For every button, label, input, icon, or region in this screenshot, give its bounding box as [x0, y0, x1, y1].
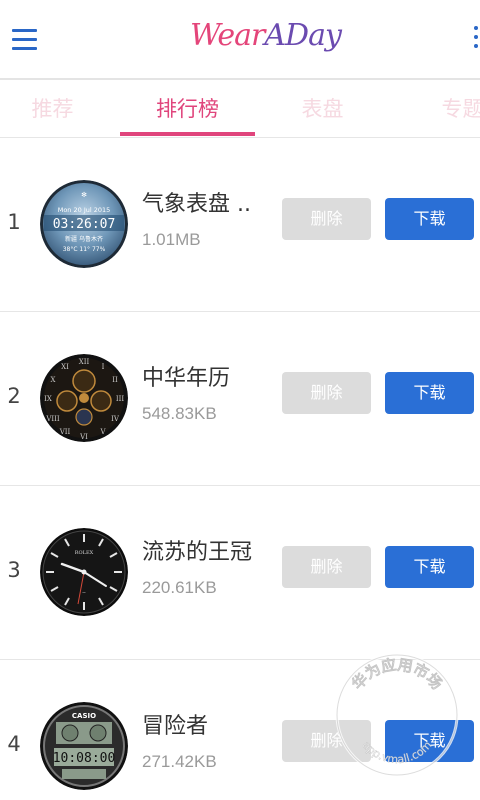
- svg-text:III: III: [116, 395, 125, 403]
- item-size: 1.01MB: [142, 230, 201, 249]
- item-size: 548.83KB: [142, 404, 217, 423]
- download-button[interactable]: 下载: [385, 198, 474, 240]
- list-item[interactable]: 4 CASIO 10:08:00 冒险者 271.42KB 删除 下载: [0, 660, 480, 800]
- svg-text:38°C 11° 77%: 38°C 11° 77%: [63, 246, 106, 253]
- tab-watchfaces[interactable]: 表盘: [270, 80, 375, 138]
- svg-text:~: ~: [82, 590, 86, 596]
- svg-text:Mon 20 Jul 2015: Mon 20 Jul 2015: [58, 206, 111, 214]
- item-size: 220.61KB: [142, 578, 217, 597]
- watch-face-thumbnail: ✻ Mon 20 Jul 2015 03:26:07 新疆 乌鲁木齐 38°C …: [40, 180, 128, 268]
- svg-text:ROLEX: ROLEX: [75, 550, 94, 556]
- svg-text:IX: IX: [44, 395, 52, 403]
- tab-topics[interactable]: 专题: [410, 80, 480, 138]
- app-header: WearADay: [0, 0, 480, 80]
- tab-bar: 推荐 排行榜 表盘 专题: [0, 80, 480, 138]
- rank-number: 1: [7, 210, 21, 234]
- active-tab-indicator: [120, 132, 255, 136]
- item-name: 中华年历: [142, 366, 231, 391]
- svg-text:XI: XI: [61, 363, 69, 371]
- svg-text:IV: IV: [111, 415, 120, 423]
- watch-face-thumbnail: XIIIIIVIIX IIIXIX IVVVIIVIII: [40, 354, 128, 442]
- item-name: 气象表盘 ..: [142, 192, 251, 217]
- list-item[interactable]: 2 XII III VI IX I II XI X IV V VII VIII 中华年历 548.…: [0, 312, 480, 486]
- svg-text:V: V: [99, 428, 106, 436]
- vertical-dots-icon[interactable]: [474, 26, 480, 54]
- rank-number: 4: [7, 732, 21, 756]
- svg-text:I: I: [102, 363, 105, 371]
- delete-button[interactable]: 删除: [282, 546, 371, 588]
- hamburger-menu-icon[interactable]: [12, 29, 37, 51]
- delete-button[interactable]: 删除: [282, 720, 371, 762]
- svg-text:II: II: [112, 376, 118, 384]
- svg-text:XII: XII: [79, 358, 90, 366]
- svg-text:10:08:00: 10:08:00: [53, 751, 116, 766]
- item-name: 冒险者: [142, 714, 209, 739]
- svg-text:X: X: [51, 376, 56, 384]
- download-button[interactable]: 下载: [385, 546, 474, 588]
- watch-face-thumbnail: ROLEX ~: [40, 528, 128, 616]
- svg-text:VIII: VIII: [45, 415, 60, 423]
- svg-text:03:26:07: 03:26:07: [53, 217, 116, 232]
- download-button[interactable]: 下载: [385, 372, 474, 414]
- svg-text:✻: ✻: [81, 191, 87, 199]
- logo-text-aday: ADay: [264, 18, 342, 53]
- item-size: 271.42KB: [142, 752, 217, 771]
- download-button[interactable]: 下载: [385, 720, 474, 762]
- tab-ranking[interactable]: 排行榜: [120, 80, 255, 138]
- delete-button[interactable]: 删除: [282, 372, 371, 414]
- list-item[interactable]: 3 ROLEX ~ 流苏的王冠 220.61KB 删除 下载: [0, 486, 480, 660]
- watch-face-thumbnail: CASIO 10:08:00: [40, 702, 128, 790]
- logo-text-wear: Wear: [190, 18, 265, 53]
- svg-text:VI: VI: [79, 433, 88, 441]
- list-item[interactable]: 1 ✻ Mon 20 Jul 2015 03:26:07 新疆 乌鲁木齐 38°…: [0, 138, 480, 312]
- rank-number: 2: [7, 384, 21, 408]
- svg-text:新疆 乌鲁木齐: 新疆 乌鲁木齐: [65, 235, 103, 243]
- app-logo: WearADay: [190, 18, 342, 53]
- svg-text:VII: VII: [59, 428, 71, 436]
- tab-recommend[interactable]: 推荐: [0, 80, 105, 138]
- delete-button[interactable]: 删除: [282, 198, 371, 240]
- rank-number: 3: [7, 558, 21, 582]
- item-name: 流苏的王冠: [142, 540, 253, 565]
- svg-text:CASIO: CASIO: [72, 712, 96, 720]
